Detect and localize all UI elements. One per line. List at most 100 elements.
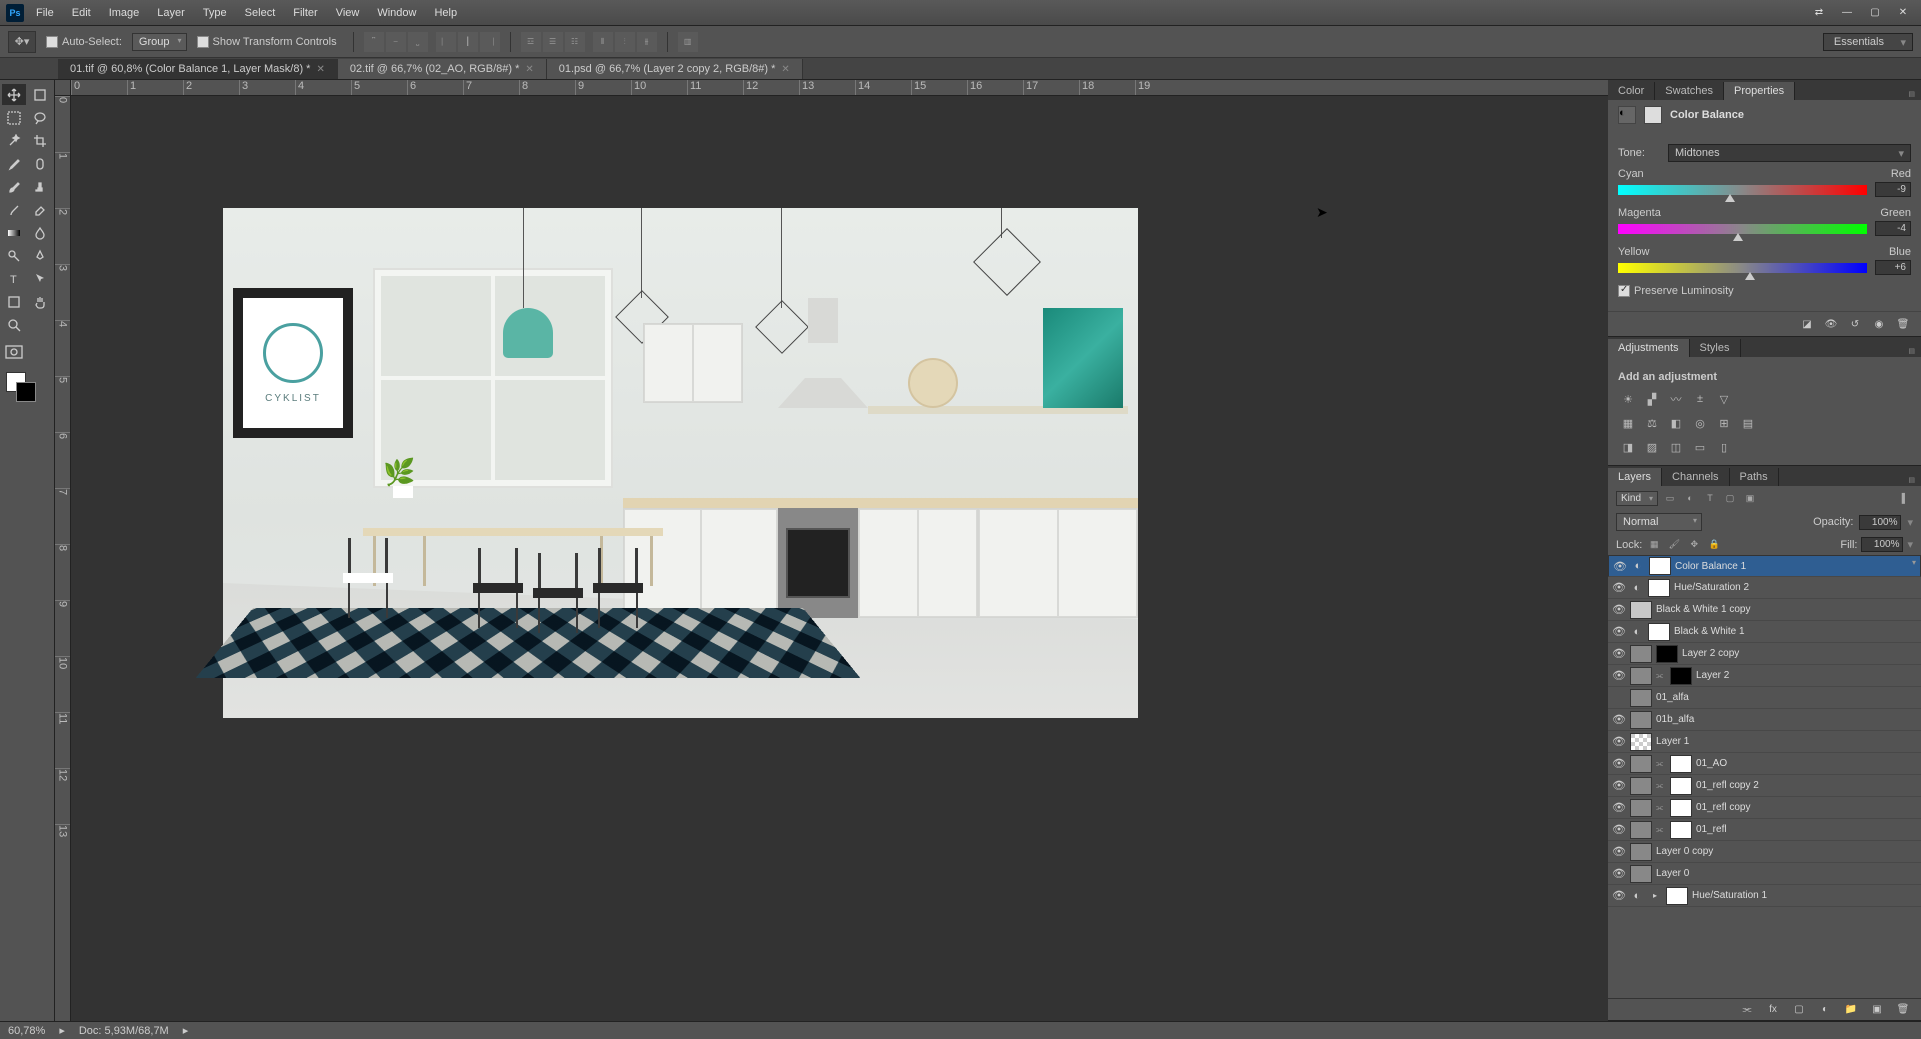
layout-switch-icon[interactable]: ⇄ xyxy=(1807,4,1831,22)
hand-tool-icon[interactable] xyxy=(28,291,52,312)
posterize-icon[interactable]: ▨ xyxy=(1642,437,1662,457)
layer-name[interactable]: 01_refl copy 2 xyxy=(1696,780,1917,791)
lock-all-icon[interactable]: 🔒 xyxy=(1706,538,1722,552)
mask-thumb[interactable] xyxy=(1670,777,1692,795)
color-slider-2[interactable]: YellowBlue +6 xyxy=(1618,246,1911,275)
mask-thumb[interactable] xyxy=(1670,799,1692,817)
lock-transparency-icon[interactable]: ▦ xyxy=(1646,538,1662,552)
layer-row[interactable]: 👁 ◐ Hue/Saturation 2 xyxy=(1608,577,1921,599)
slider-value[interactable]: -4 xyxy=(1875,221,1911,236)
layer-name[interactable]: Black & White 1 xyxy=(1674,626,1917,637)
align-vcenter-icon[interactable]: ⎯ xyxy=(386,32,406,52)
minimize-button[interactable]: — xyxy=(1835,4,1859,22)
doc-info-arrow-icon[interactable]: ▸ xyxy=(183,1024,189,1037)
tab-swatches[interactable]: Swatches xyxy=(1655,82,1724,100)
menu-filter[interactable]: Filter xyxy=(285,3,325,23)
layer-row[interactable]: 👁 ⫘ 01_AO xyxy=(1608,753,1921,775)
visibility-icon[interactable]: 👁 xyxy=(1612,867,1626,881)
opacity-input[interactable]: 100% xyxy=(1859,515,1901,530)
layer-name[interactable]: Black & White 1 copy xyxy=(1656,604,1917,615)
invert-icon[interactable]: ◨ xyxy=(1618,437,1638,457)
visibility-icon[interactable]: 👁 xyxy=(1612,581,1626,595)
link-icon[interactable]: ⫘ xyxy=(1656,759,1666,769)
layer-thumb[interactable] xyxy=(1630,733,1652,751)
layer-row[interactable]: 👁 ◐▸ Hue/Saturation 1 xyxy=(1608,885,1921,907)
document-tab-2[interactable]: 02.tif @ 66,7% (02_AO, RGB/8#) *✕ xyxy=(338,59,547,79)
clip-to-layer-icon[interactable]: ◪ xyxy=(1797,316,1817,332)
menu-image[interactable]: Image xyxy=(101,3,148,23)
filter-shape-icon[interactable]: ▢ xyxy=(1722,490,1738,506)
tone-select[interactable]: Midtones xyxy=(1668,144,1911,162)
auto-align-icon[interactable]: ▥ xyxy=(678,32,698,52)
layer-thumb[interactable] xyxy=(1630,799,1652,817)
tab-close-icon[interactable]: ✕ xyxy=(781,64,789,75)
layer-thumb[interactable] xyxy=(1630,843,1652,861)
link-icon[interactable]: ⫘ xyxy=(1656,781,1666,791)
vibrance-icon[interactable]: ▽ xyxy=(1714,389,1734,409)
panel-menu-icon[interactable]: ▤ xyxy=(1902,88,1921,100)
layer-row[interactable]: 01_alfa xyxy=(1608,687,1921,709)
color-swatches[interactable] xyxy=(2,370,52,406)
link-icon[interactable]: ⫘ xyxy=(1656,671,1666,681)
layer-name[interactable]: Layer 2 copy xyxy=(1682,648,1917,659)
visibility-icon[interactable]: 👁 xyxy=(1612,823,1626,837)
layer-row[interactable]: 👁 ⫘ 01_refl copy 2 xyxy=(1608,775,1921,797)
layer-thumb[interactable] xyxy=(1630,689,1652,707)
move-tool-preset-icon[interactable]: ✥▾ xyxy=(8,31,36,53)
document-tab-1[interactable]: 01.tif @ 60,8% (Color Balance 1, Layer M… xyxy=(58,59,338,79)
brightness-icon[interactable]: ☀ xyxy=(1618,389,1638,409)
shape-tool-icon[interactable] xyxy=(2,291,26,312)
channelmixer-icon[interactable]: ⊞ xyxy=(1714,413,1734,433)
distribute-vcenter-icon[interactable]: ☰ xyxy=(543,32,563,52)
layer-mask-icon[interactable]: ▢ xyxy=(1789,1002,1809,1018)
align-left-icon[interactable]: ⎸ xyxy=(436,32,456,52)
slider-value[interactable]: -9 xyxy=(1875,182,1911,197)
tab-close-icon[interactable]: ✕ xyxy=(316,64,324,75)
visibility-icon[interactable]: 👁 xyxy=(1612,735,1626,749)
reset-icon[interactable]: ↺ xyxy=(1845,316,1865,332)
lasso-tool-icon[interactable] xyxy=(28,107,52,128)
workspace-select[interactable]: Essentials xyxy=(1823,33,1913,51)
visibility-icon[interactable]: 👁 xyxy=(1612,779,1626,793)
mask-thumb[interactable] xyxy=(1648,623,1670,641)
tab-layers[interactable]: Layers xyxy=(1608,468,1662,486)
layer-thumb[interactable] xyxy=(1630,645,1652,663)
crop-tool-icon[interactable] xyxy=(28,130,52,151)
colorlookup-icon[interactable]: ▤ xyxy=(1738,413,1758,433)
link-layers-icon[interactable]: ⫘ xyxy=(1737,1002,1757,1018)
link-icon[interactable]: ⫘ xyxy=(1656,803,1666,813)
preserve-luminosity-checkbox[interactable]: Preserve Luminosity xyxy=(1618,285,1911,297)
zoom-tool-icon[interactable] xyxy=(2,314,26,335)
auto-select-target-select[interactable]: Group xyxy=(132,33,187,51)
bw-icon[interactable]: ◧ xyxy=(1666,413,1686,433)
visibility-icon[interactable]: 👁 xyxy=(1612,669,1626,683)
photofilter-icon[interactable]: ◎ xyxy=(1690,413,1710,433)
layer-thumb[interactable] xyxy=(1630,865,1652,883)
move-tool-icon[interactable] xyxy=(2,84,26,105)
slider-value[interactable]: +6 xyxy=(1875,260,1911,275)
zoom-level[interactable]: 60,78% xyxy=(8,1025,45,1037)
menu-view[interactable]: View xyxy=(328,3,368,23)
layer-name[interactable]: Color Balance 1 xyxy=(1675,561,1916,572)
ruler-vertical[interactable]: 012345678910111213 xyxy=(55,96,71,1021)
layer-row[interactable]: 👁 ◐ Black & White 1 xyxy=(1608,621,1921,643)
delete-adjustment-icon[interactable]: 🗑 xyxy=(1893,316,1913,332)
layer-row[interactable]: 👁 Layer 2 copy xyxy=(1608,643,1921,665)
tab-paths[interactable]: Paths xyxy=(1730,468,1779,486)
distribute-top-icon[interactable]: ☲ xyxy=(521,32,541,52)
pen-tool-icon[interactable] xyxy=(28,245,52,266)
visibility-icon[interactable]: 👁 xyxy=(1612,845,1626,859)
lock-position-icon[interactable]: ✥ xyxy=(1686,538,1702,552)
mask-thumb[interactable] xyxy=(1670,667,1692,685)
tab-close-icon[interactable]: ✕ xyxy=(525,64,533,75)
visibility-icon[interactable]: 👁 xyxy=(1612,603,1626,617)
align-hcenter-icon[interactable]: ┃ xyxy=(458,32,478,52)
menu-edit[interactable]: Edit xyxy=(64,3,99,23)
eyedropper-tool-icon[interactable] xyxy=(2,153,26,174)
blur-tool-icon[interactable] xyxy=(28,222,52,243)
layer-row[interactable]: 👁 ⫘ 01_refl xyxy=(1608,819,1921,841)
color-slider-1[interactable]: MagentaGreen -4 xyxy=(1618,207,1911,236)
distribute-hcenter-icon[interactable]: ⫶ xyxy=(615,32,635,52)
view-previous-icon[interactable]: 👁 xyxy=(1821,316,1841,332)
layer-name[interactable]: Layer 0 copy xyxy=(1656,846,1917,857)
